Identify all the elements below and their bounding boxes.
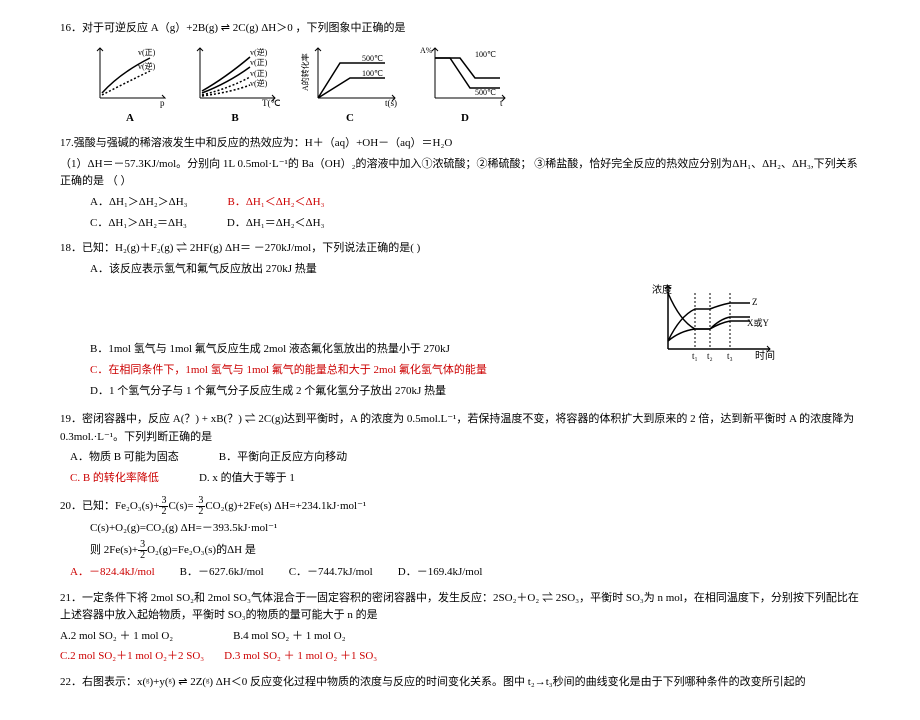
q20-text-3: CO₂(g)+2Fe(s) ΔH=+234.1kJ·mol⁻¹: [205, 500, 366, 512]
q20-text-1: 20．已知：Fe₂O₃(s)+: [60, 500, 159, 512]
q16-diagrams: v(正) v(逆) p A v(逆) v(正) v(正) v(逆) T(℃): [90, 43, 860, 128]
svg-text:t(s): t(s): [385, 98, 397, 108]
svg-text:500℃: 500℃: [362, 54, 383, 63]
question-22: 22．右图表示：x(ᵍ)+y(ᵍ) ⇌ 2Z(ᵍ) ΔH＜0 反应变化过程中物质…: [60, 674, 860, 692]
diagram-label-a: A: [126, 110, 134, 128]
q20-opt-b: B．－627.6kJ/mol: [180, 564, 264, 582]
q16-diagram-b: v(逆) v(正) v(正) v(逆) T(℃) B: [190, 43, 280, 128]
q21-options-1: A.2 mol SO₂ ＋ 1 mol O₂ B.4 mol SO₂ ＋ 1 m…: [60, 628, 860, 646]
question-17: 17.强酸与强碱的稀溶液发生中和反应的热效应为：H＋（aq）+OH－（aq）＝H…: [60, 135, 860, 232]
q21-opt-c: C.2 mol SO₂＋1 mol O₂＋2 SO₃: [60, 648, 204, 666]
q19-opt-a: A．物质 B 可能为固态: [70, 449, 179, 467]
q20-opt-c: C．－744.7kJ/mol: [289, 564, 373, 582]
svg-text:t₃: t₃: [727, 351, 733, 361]
q17-options-2: C．ΔH₁＞ΔH₂＝ΔH₃ D．ΔH₁＝ΔH₂＜ΔH₃: [90, 215, 860, 233]
q16-text: 16．对于可逆反应 A（g）+2B(g) ⇌ 2C(g) ΔH＞0 ，下列图象中…: [60, 20, 860, 38]
svg-text:T(℃): T(℃): [262, 98, 280, 108]
q20-opt-a: A．－824.4kJ/mol: [70, 564, 155, 582]
q18-text: 18．已知：H₂(g)＋F₂(g) ⇌ 2HF(g) ΔH＝ －270kJ/mo…: [60, 240, 860, 258]
q19-options-1: A．物质 B 可能为固态 B．平衡向正反应方向移动: [70, 449, 860, 467]
graph-b-icon: v(逆) v(正) v(正) v(逆) T(℃): [190, 43, 280, 108]
q19-text: 19．密闭容器中，反应 A(？) + xB(？) ⇌ 2C(g)达到平衡时，A …: [60, 411, 860, 446]
svg-text:v(正): v(正): [250, 69, 268, 78]
svg-text:t₁: t₁: [692, 351, 698, 361]
svg-text:100℃: 100℃: [475, 50, 496, 59]
svg-text:Z: Z: [752, 297, 758, 307]
q19-opt-c: C. B 的转化率降低: [70, 470, 159, 488]
q18-opt-d: D．1 个氢气分子与 1 个氟气分子反应生成 2 个氟化氢分子放出 270kJ …: [90, 383, 860, 401]
svg-text:p: p: [160, 98, 165, 108]
diagram-label-c: C: [346, 110, 354, 128]
question-16: 16．对于可逆反应 A（g）+2B(g) ⇌ 2C(g) ΔH＞0 ，下列图象中…: [60, 20, 860, 127]
q21-text: 21．一定条件下将 2mol SO₂和 2mol SO₃气体混合于一固定容积的密…: [60, 590, 860, 625]
svg-text:100℃: 100℃: [362, 69, 383, 78]
q21-opt-d: D.3 mol SO₂ ＋ 1 mol O₂ ＋1 SO₃: [224, 648, 377, 666]
q20-options: A．－824.4kJ/mol B．－627.6kJ/mol C．－744.7kJ…: [70, 564, 860, 582]
svg-text:v(逆): v(逆): [250, 47, 268, 57]
question-19: 19．密闭容器中，反应 A(？) + xB(？) ⇌ 2C(g)达到平衡时，A …: [60, 411, 860, 487]
q21-opt-a: A.2 mol SO₂ ＋ 1 mol O₂: [60, 628, 173, 646]
q19-options-2: C. B 的转化率降低 D. x 的值大于等于 1: [70, 470, 860, 488]
q20-line3a: 则 2Fe(s)+: [90, 544, 138, 556]
q17-opt-c: C．ΔH₁＞ΔH₂＝ΔH₃: [90, 215, 187, 233]
svg-text:v(逆): v(逆): [138, 61, 156, 71]
q17-sub: （1）ΔH＝－57.3KJ/mol。分别向 1L 0.5mol·L⁻¹的 Ba（…: [60, 156, 860, 191]
concentration-time-graph-icon: 浓度 时间 t₁ t₂ t₃ Z X或Y: [650, 281, 780, 361]
svg-text:时间: 时间: [755, 349, 775, 361]
q18-opt-a: A．该反应表示氢气和氟气反应放出 270kJ 热量: [90, 261, 860, 279]
question-20: 20．已知：Fe₂O₃(s)+32C(s)= 32CO₂(g)+2Fe(s) Δ…: [60, 496, 860, 582]
svg-text:500℃: 500℃: [475, 88, 496, 97]
q16-diagram-d: 100℃ 500℃ A% t D: [420, 43, 510, 128]
q20-text-2: C(s)=: [168, 500, 193, 512]
q17-opt-b: B．ΔH₁＜ΔH₂＜ΔH₃: [228, 194, 325, 212]
q17-options-1: A．ΔH₁＞ΔH₂＞ΔH₃ B．ΔH₁＜ΔH₂＜ΔH₃: [90, 194, 860, 212]
fraction-3: 32: [138, 540, 147, 561]
svg-text:v(正): v(正): [250, 58, 268, 67]
q16-diagram-c: 500℃ 100℃ A的转化率 t(s) C: [300, 43, 400, 128]
graph-c-icon: 500℃ 100℃ A的转化率 t(s): [300, 43, 400, 108]
fraction-2: 32: [196, 496, 205, 517]
q20-line3b: O₂(g)=Fe₂O₃(s)的ΔH 是: [147, 544, 256, 556]
svg-text:v(逆): v(逆): [250, 78, 268, 88]
svg-text:v(正): v(正): [138, 48, 156, 57]
svg-text:X或Y: X或Y: [747, 317, 769, 328]
q18-diagram: 浓度 时间 t₁ t₂ t₃ Z X或Y: [650, 281, 780, 361]
svg-text:A的转化率: A的转化率: [300, 53, 310, 91]
question-21: 21．一定条件下将 2mol SO₂和 2mol SO₃气体混合于一固定容积的密…: [60, 590, 860, 666]
q21-opt-b: B.4 mol SO₂ ＋ 1 mol O₂: [233, 628, 346, 646]
q19-opt-b: B．平衡向正反应方向移动: [219, 449, 347, 467]
q19-opt-d: D. x 的值大于等于 1: [199, 470, 295, 488]
q17-text: 17.强酸与强碱的稀溶液发生中和反应的热效应为：H＋（aq）+OH－（aq）＝H…: [60, 135, 860, 153]
q18-opt-c: C．在相同条件下，1mol 氢气与 1mol 氟气的能量总和大于 2mol 氟化…: [90, 362, 860, 380]
graph-d-icon: 100℃ 500℃ A% t: [420, 43, 510, 108]
svg-text:t₂: t₂: [707, 351, 713, 361]
q22-text: 22．右图表示：x(ᵍ)+y(ᵍ) ⇌ 2Z(ᵍ) ΔH＜0 反应变化过程中物质…: [60, 674, 860, 692]
question-18: 18．已知：H₂(g)＋F₂(g) ⇌ 2HF(g) ΔH＝ －270kJ/mo…: [60, 240, 860, 403]
q17-opt-a: A．ΔH₁＞ΔH₂＞ΔH₃: [90, 194, 188, 212]
diagram-label-d: D: [461, 110, 469, 128]
q16-diagram-a: v(正) v(逆) p A: [90, 43, 170, 128]
q20-line1: 20．已知：Fe₂O₃(s)+32C(s)= 32CO₂(g)+2Fe(s) Δ…: [60, 496, 860, 517]
q20-line3: 则 2Fe(s)+32O₂(g)=Fe₂O₃(s)的ΔH 是: [90, 540, 860, 561]
graph-a-icon: v(正) v(逆) p: [90, 43, 170, 108]
q20-opt-d: D．－169.4kJ/mol: [398, 564, 483, 582]
svg-text:A%: A%: [420, 46, 433, 55]
svg-text:t: t: [500, 98, 503, 108]
diagram-label-b: B: [231, 110, 238, 128]
q21-options-2: C.2 mol SO₂＋1 mol O₂＋2 SO₃ D.3 mol SO₂ ＋…: [60, 648, 860, 666]
q20-line2: C(s)+O₂(g)=CO₂(g) ΔH=－393.5kJ·mol⁻¹: [90, 520, 860, 538]
q17-opt-d: D．ΔH₁＝ΔH₂＜ΔH₃: [227, 215, 325, 233]
